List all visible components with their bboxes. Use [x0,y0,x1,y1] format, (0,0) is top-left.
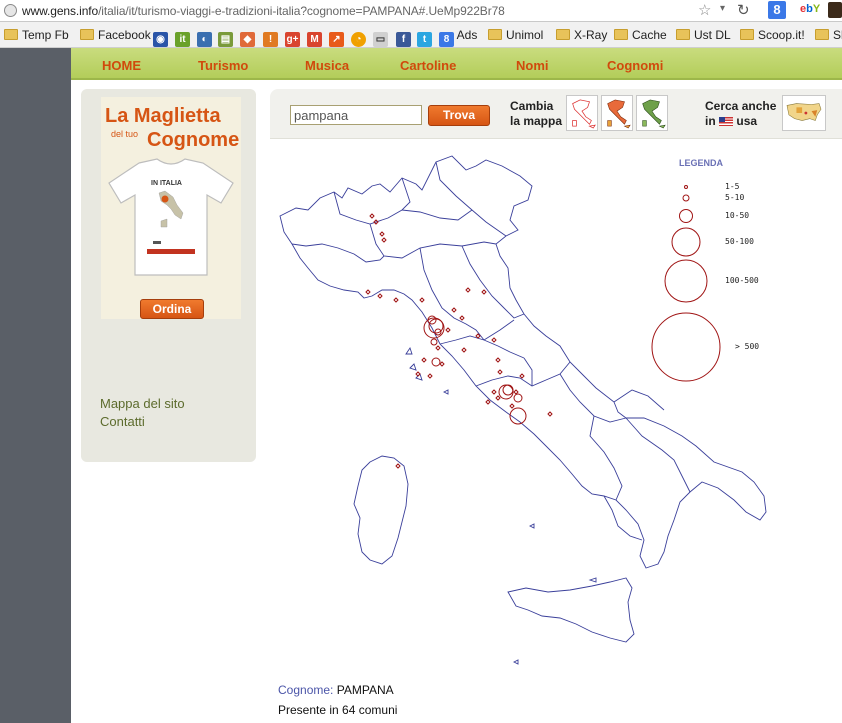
nav-cognomi[interactable]: Cognomi [607,58,663,73]
legend-label-4: 50-100 [725,237,754,246]
bookmark-icon-8[interactable]: ◔ [351,27,366,47]
bookmark-icon-3[interactable]: ◐ [197,27,212,47]
twitter-icon[interactable]: t [417,27,432,47]
legend-circle-1 [684,185,688,189]
surname-search-input[interactable] [290,105,422,125]
folder-icon [676,29,690,40]
bookmark-unimol[interactable]: Unimol [488,27,543,43]
footer-links: Mappa del sito Contatti [100,395,185,431]
tshirt-promo: La Maglietta del tuo Cognome IN ITALIA O… [81,89,256,462]
sardinia-outline [353,455,409,565]
ebay-extension-icon[interactable]: ebY [800,3,820,15]
presence-count: Presente in 64 comuni [278,703,398,717]
gmail-icon[interactable]: M [307,27,322,47]
nav-home[interactable]: HOME [102,58,141,73]
change-map-label: Cambia la mappa [510,99,563,128]
marker-large-5 [509,407,527,425]
italy-map [279,155,767,691]
google-extension-icon[interactable]: 8 [768,1,786,19]
marker-medium-3 [431,357,441,367]
legend-label-2: 5-10 [725,193,745,202]
nav-cartoline[interactable]: Cartoline [400,58,456,73]
bag-extension-icon[interactable] [828,2,842,18]
legend-circle-3 [679,209,693,223]
legend-label-1: 1-5 [725,182,740,191]
search-button[interactable]: Trova [428,105,490,126]
folder-icon [815,29,829,40]
surname-distribution-map: LEGENDA 1-5 5-10 10-50 50-100 100-500 > … [270,140,842,691]
bookmark-facebook[interactable]: Facebook [80,27,151,43]
folder-icon [488,29,502,40]
marker-medium-5 [513,393,523,403]
map-style-red-button[interactable] [601,95,633,131]
italy-mainland-outline [279,155,767,569]
sicily-outline [507,577,635,643]
bookmark-icon-9[interactable]: ▭ [373,27,388,47]
marker-large-3 [498,384,514,400]
nav-musica[interactable]: Musica [305,58,349,73]
bookmark-scoopit[interactable]: Scoop.it! [740,27,805,43]
legend-circle-5 [664,259,708,303]
bookmark-icon-5[interactable]: ◆ [240,27,255,47]
url-text[interactable]: www.gens.info/italia/it/turismo-viaggi-e… [22,4,505,18]
folder-icon [740,29,754,40]
site-nav: HOME Turismo Musica Cartoline Nomi Cogno… [71,48,842,80]
bookmark-icon-1[interactable]: ◉ [153,27,168,47]
bookmark-icon-6[interactable]: ! [263,27,278,47]
bookmark-ust-dl[interactable]: Ust DL [676,27,731,43]
folder-icon [556,29,570,40]
chevron-down-icon[interactable]: ▾ [720,3,725,14]
search-panel: Trova Cambia la mappa Cerca anche in usa [270,89,842,139]
contacts-link[interactable]: Contatti [100,413,185,431]
svg-text:IN ITALIA: IN ITALIA [151,180,182,187]
nav-turismo[interactable]: Turismo [198,58,248,73]
left-gray-margin [0,48,71,723]
bookmark-cache[interactable]: Cache [614,27,667,43]
tshirt-image[interactable]: IN ITALIA [101,157,241,281]
marker-medium-4 [430,338,438,346]
nav-nomi[interactable]: Nomi [516,58,549,73]
map-style-green-button[interactable] [636,95,668,131]
legend-label-5: 100-500 [725,276,759,285]
globe-icon [4,4,17,17]
bookmark-temp-fb[interactable]: Temp Fb [4,27,69,43]
bookmark-icon-7[interactable]: ↗ [329,27,344,47]
legend-title: LEGENDA [679,158,724,168]
google-plus-icon[interactable]: g+ [285,27,300,47]
legend-circle-6 [651,312,721,382]
facebook-icon[interactable]: f [396,27,411,47]
folder-icon [80,29,94,40]
map-style-outline-button[interactable] [566,95,598,131]
folder-icon [4,29,18,40]
folder-icon [614,29,628,40]
promo-title-2: Cognome [147,129,240,151]
bookmark-icon-4[interactable]: ▤ [218,27,233,47]
bookmark-ads[interactable]: 8 Ads [439,27,477,47]
sitemap-link[interactable]: Mappa del sito [100,395,185,413]
surname-value: PAMPANA [336,683,394,697]
legend-label-3: 10-50 [725,211,750,220]
bookmark-star-icon[interactable]: ☆ [698,1,711,19]
bookmark-icon-2[interactable]: it [175,27,190,47]
usa-map-button[interactable] [782,95,826,131]
marker-small [365,213,553,469]
legend-circle-4 [671,227,701,257]
marker-large-4 [502,384,514,396]
promo-title: La Maglietta [105,105,221,127]
result-info: Cognome: PAMPANA Presente in 64 comuni [278,680,397,720]
legend-label-6: > 500 [735,342,760,351]
legend-circle-2 [682,194,690,202]
surname-label: Cognome: [278,683,334,697]
search-usa-label[interactable]: Cerca anche in usa [705,99,776,129]
promo-title-small: del tuo [111,129,139,139]
browser-url-bar[interactable]: www.gens.info/italia/it/turismo-viaggi-e… [0,0,842,22]
reload-icon[interactable]: ↻ [737,1,750,19]
bookmarks-bar: Temp Fb Facebook ◉ it ◐ ▤ ◆ ! g+ M ↗ ◔ ▭… [0,22,842,48]
bookmark-sh[interactable]: Sh [815,27,842,43]
bookmark-xray[interactable]: X-Ray [556,27,607,43]
order-button[interactable]: Ordina [140,299,204,319]
usa-flag-icon [719,117,734,126]
